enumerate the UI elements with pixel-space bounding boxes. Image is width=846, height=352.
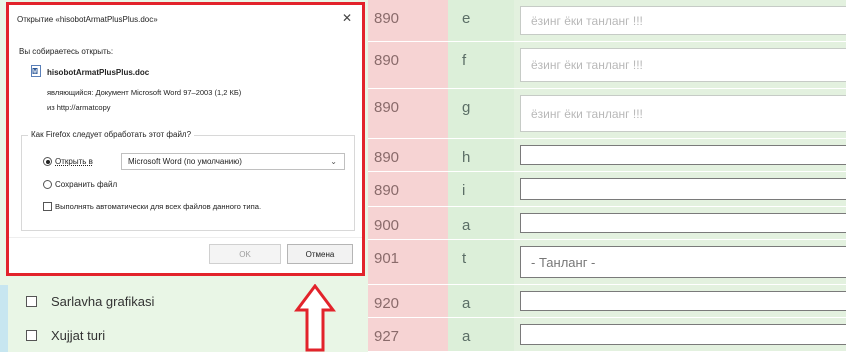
subfield-input[interactable] bbox=[520, 324, 846, 345]
table-row: Sarlavha grafikasi 920 a bbox=[0, 285, 846, 318]
open-with-radio[interactable] bbox=[43, 157, 52, 166]
code-cell: e bbox=[448, 0, 514, 42]
up-arrow-annotation-icon bbox=[294, 284, 336, 352]
ok-button[interactable]: OK bbox=[209, 244, 281, 264]
table-row: Xujjat turi 927 a bbox=[0, 318, 846, 352]
tag-cell: 920 bbox=[368, 285, 448, 318]
code-cell: f bbox=[448, 42, 514, 89]
code-cell: a bbox=[448, 285, 514, 318]
subfield-input[interactable]: ёзинг ёки танланг !!! bbox=[520, 48, 846, 82]
code-cell: h bbox=[448, 139, 514, 172]
open-with-app-value: Microsoft Word (по умолчанию) bbox=[128, 157, 242, 166]
code-cell: t bbox=[448, 240, 514, 285]
file-name: hisobotArmatPlusPlus.doc bbox=[47, 68, 150, 77]
subfield-input[interactable] bbox=[520, 145, 846, 165]
action-group: Как Firefox следует обработать этот файл… bbox=[21, 130, 355, 231]
tag-cell: 890 bbox=[368, 139, 448, 172]
subfield-input[interactable] bbox=[520, 213, 846, 233]
subfield-input[interactable] bbox=[520, 178, 846, 200]
code-cell: g bbox=[448, 89, 514, 139]
file-source-text: из http://armatcopy bbox=[47, 103, 111, 112]
tag-cell: 901 bbox=[368, 240, 448, 285]
tag-cell: 890 bbox=[368, 172, 448, 207]
tag-cell: 890 bbox=[368, 42, 448, 89]
open-file-dialog: Открытие «hisobotArmatPlusPlus.doc» ✕ Вы… bbox=[6, 2, 365, 276]
code-cell: a bbox=[448, 318, 514, 352]
tag-cell: 890 bbox=[368, 89, 448, 139]
close-icon[interactable]: ✕ bbox=[342, 11, 352, 25]
open-intro-text: Вы собираетесь открыть: bbox=[19, 47, 114, 56]
auto-action-checkbox[interactable] bbox=[43, 202, 52, 211]
tag-cell: 927 bbox=[368, 318, 448, 352]
subfield-select[interactable]: - Танланг - bbox=[520, 246, 846, 278]
row-checkbox[interactable] bbox=[26, 296, 37, 307]
subfield-input[interactable] bbox=[520, 291, 846, 311]
subfield-input[interactable]: ёзинг ёки танланг !!! bbox=[520, 95, 846, 132]
open-with-app-select[interactable]: Microsoft Word (по умолчанию) ⌄ bbox=[121, 153, 345, 170]
chevron-down-icon: ⌄ bbox=[330, 157, 337, 166]
file-type-text: являющийся: Документ Microsoft Word 97–2… bbox=[47, 88, 242, 97]
save-file-label[interactable]: Сохранить файл bbox=[55, 180, 117, 189]
word-document-icon bbox=[31, 65, 41, 77]
action-question: Как Firefox следует обработать этот файл… bbox=[28, 130, 195, 139]
code-cell: i bbox=[448, 172, 514, 207]
code-cell: a bbox=[448, 207, 514, 240]
field-label: Sarlavha grafikasi bbox=[51, 294, 155, 309]
auto-action-label[interactable]: Выполнять автоматически для всех файлов … bbox=[55, 202, 261, 211]
row-checkbox[interactable] bbox=[26, 329, 37, 341]
subfield-input[interactable]: ёзинг ёки танланг !!! bbox=[520, 6, 846, 35]
cancel-button[interactable]: Отмена bbox=[287, 244, 353, 264]
field-label: Xujjat turi bbox=[51, 327, 106, 343]
tag-cell: 900 bbox=[368, 207, 448, 240]
tag-cell: 890 bbox=[368, 0, 448, 42]
open-with-label[interactable]: Открыть в bbox=[55, 157, 93, 166]
dialog-separator bbox=[9, 237, 362, 238]
dialog-title: Открытие «hisobotArmatPlusPlus.doc» bbox=[17, 15, 158, 24]
save-file-radio[interactable] bbox=[43, 180, 52, 189]
